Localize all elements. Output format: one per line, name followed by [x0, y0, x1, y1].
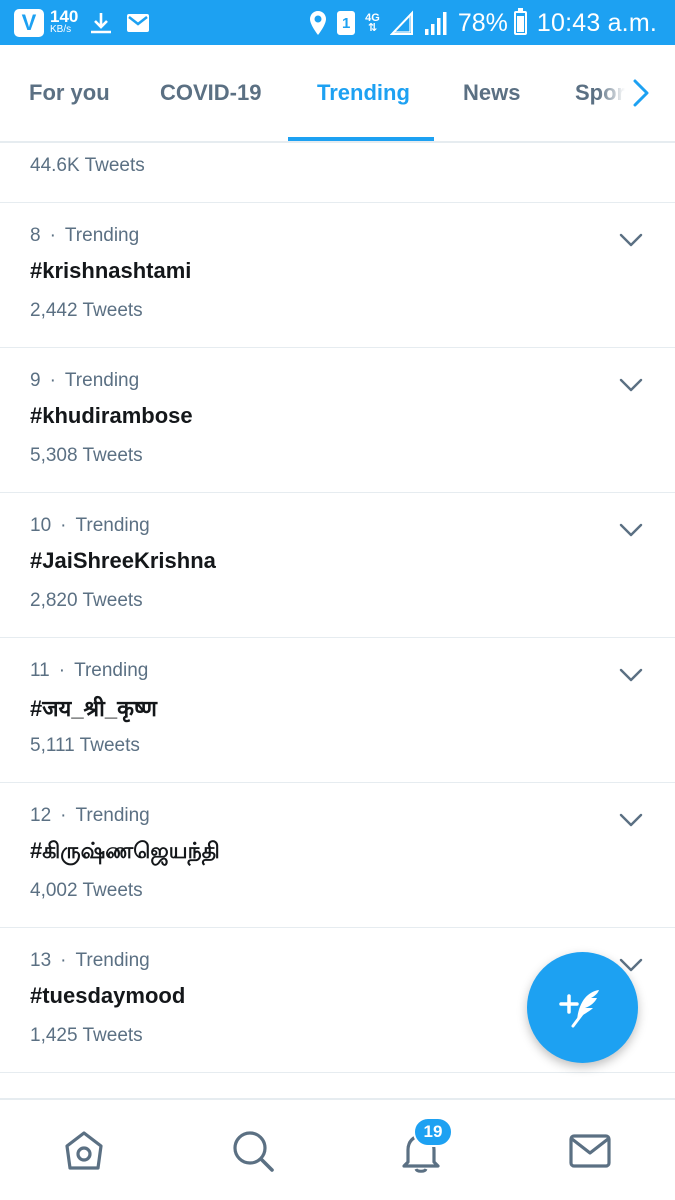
tab-trending[interactable]: Trending [317, 45, 410, 141]
trend-item[interactable]: 8 · Trending #krishnashtami 2,442 Tweets [0, 203, 675, 348]
trend-name: #जय_श्री_कृष्ण [30, 696, 157, 721]
trend-category: Trending [74, 660, 149, 681]
trend-separator: · [49, 370, 56, 391]
trend-name: #கிருஷ்ணஜெயந்தி [30, 838, 220, 863]
explore-tabs: For you COVID-19 Trending News Sports [0, 45, 675, 143]
trend-tweet-count: 5,308 Tweets [30, 445, 143, 466]
tab-news[interactable]: News [463, 45, 520, 141]
trend-category: Trending [75, 805, 150, 826]
trend-item[interactable]: 9 · Trending #khudirambose 5,308 Tweets [0, 348, 675, 493]
trend-separator: · [60, 805, 67, 826]
trend-category: Trending [64, 225, 140, 246]
trend-item-partial[interactable]: 44.6K Tweets [0, 143, 675, 203]
trend-item[interactable]: 11 · Trending #जय_श्री_कृष्ण 5,111 Tweets [0, 638, 675, 783]
trend-rank: 8 [30, 225, 41, 246]
trend-tweet-count: 1,425 Tweets [30, 1025, 143, 1046]
compose-tweet-icon [558, 989, 599, 1027]
trend-category: Trending [64, 370, 140, 391]
trend-separator: · [49, 225, 56, 246]
trend-tweet-count: 2,820 Tweets [30, 590, 143, 611]
notifications-badge: 19 [413, 1117, 453, 1147]
trend-tweet-count: 4,002 Tweets [30, 880, 143, 901]
bottom-navigation [0, 1098, 675, 1200]
active-tab-indicator [288, 137, 434, 141]
battery-icon [513, 8, 527, 35]
trend-item[interactable]: 12 · Trending #கிருஷ்ணஜெயந்தி 4,002 Tweets [0, 783, 675, 928]
trend-tweet-count: 44.6K Tweets [30, 155, 145, 176]
trend-name: #tuesdaymood [30, 983, 186, 1008]
trend-meta: 10 · Trending [30, 515, 150, 537]
tab-for-you[interactable]: For you [29, 45, 110, 141]
sim-slot-icon: 1 [337, 11, 356, 35]
trend-meta: 13 · Trending [30, 950, 150, 972]
network-speed: 140 KB/s [50, 7, 79, 36]
trend-rank: 12 [30, 805, 52, 826]
status-bar: V 140 KB/s 1 4G ⇅ 78% 10:43 a.m. [0, 0, 675, 45]
signal-sim2-icon [389, 10, 413, 35]
trend-name: #JaiShreeKrishna [30, 548, 216, 573]
trend-rank: 13 [30, 950, 52, 971]
trend-name: #khudirambose [30, 403, 193, 428]
trend-separator: · [60, 950, 67, 971]
trend-rank: 9 [30, 370, 41, 391]
chevron-down-icon[interactable] [618, 521, 644, 539]
trend-meta: 12 · Trending [30, 805, 150, 827]
trend-item[interactable]: 10 · Trending #JaiShreeKrishna 2,820 Tweet… [0, 493, 675, 638]
trend-tweet-count: 2,442 Tweets [30, 300, 143, 321]
trend-category: Trending [75, 515, 150, 536]
network-type-indicator: 4G ⇅ [365, 12, 380, 34]
network-speed-value: 140 [50, 7, 79, 26]
trend-rank: 10 [30, 515, 52, 536]
chevron-down-icon[interactable] [618, 811, 644, 829]
trend-name: #krishnashtami [30, 258, 192, 283]
messages-envelope-icon[interactable] [567, 1128, 613, 1174]
trend-meta: 9 · Trending [30, 370, 139, 392]
trend-tweet-count: 5,111 Tweets [30, 735, 140, 756]
trend-meta: 11 · Trending [30, 660, 148, 682]
trend-rank: 11 [30, 660, 50, 681]
signal-strength-icon [424, 12, 447, 35]
download-icon [91, 13, 112, 34]
chevron-right-icon[interactable] [626, 75, 656, 111]
gmail-icon [127, 14, 150, 32]
trend-category: Trending [75, 950, 150, 971]
trend-separator: · [58, 660, 66, 681]
network-type-label: 4G [365, 12, 380, 24]
chevron-down-icon[interactable] [618, 376, 644, 394]
trends-list: 44.6K Tweets 8 · Trending #krishnashtami 2… [0, 143, 675, 1073]
home-icon[interactable] [61, 1128, 107, 1174]
chevron-down-icon[interactable] [618, 231, 644, 249]
app-v-icon: V [14, 9, 44, 37]
location-icon [310, 11, 327, 35]
trend-separator: · [60, 515, 67, 536]
compose-tweet-button[interactable] [527, 952, 638, 1063]
search-icon[interactable] [230, 1128, 276, 1174]
tab-covid-19[interactable]: COVID-19 [160, 45, 261, 141]
chevron-down-icon[interactable] [618, 666, 644, 684]
clock: 10:43 a.m. [536, 8, 657, 37]
battery-percent: 78% [457, 8, 508, 37]
trend-meta: 8 · Trending [30, 225, 139, 247]
